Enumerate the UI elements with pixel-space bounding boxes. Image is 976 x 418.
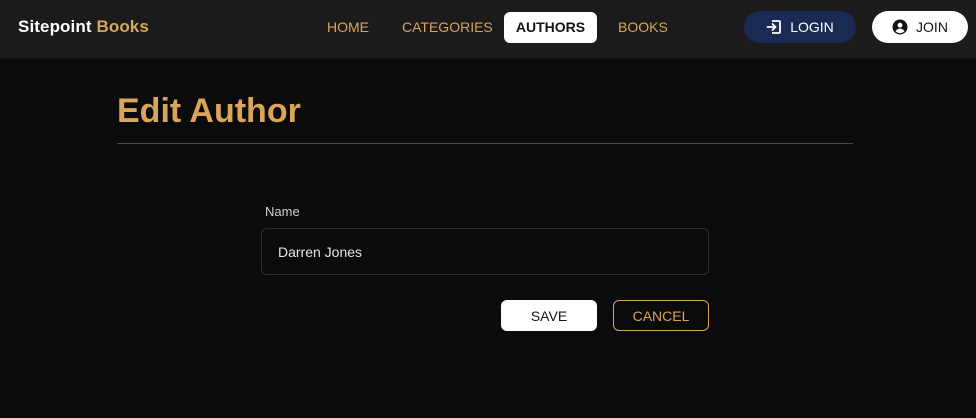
save-button[interactable]: SAVE <box>501 300 597 331</box>
nav-home-link[interactable]: HOME <box>327 12 369 43</box>
top-navbar: Sitepoint Books HOME CATEGORIES AUTHORS … <box>0 0 976 59</box>
account-circle-icon <box>892 19 908 35</box>
login-button[interactable]: LOGIN <box>744 11 856 43</box>
join-label: JOIN <box>916 19 948 35</box>
nav-categories-link[interactable]: CATEGORIES <box>402 12 493 43</box>
brand-logo[interactable]: Sitepoint Books <box>18 17 149 37</box>
brand-name: Sitepoint <box>18 17 92 36</box>
login-icon <box>766 19 782 35</box>
page-title: Edit Author <box>117 92 301 130</box>
join-button[interactable]: JOIN <box>872 11 968 43</box>
nav-authors-link[interactable]: AUTHORS <box>504 12 597 43</box>
brand-accent: Books <box>96 17 149 36</box>
name-input[interactable] <box>261 228 709 275</box>
login-label: LOGIN <box>790 19 834 35</box>
cancel-button[interactable]: CANCEL <box>613 300 709 331</box>
nav-books-link[interactable]: BOOKS <box>618 12 668 43</box>
name-field-label: Name <box>265 204 300 219</box>
title-divider <box>117 143 853 144</box>
